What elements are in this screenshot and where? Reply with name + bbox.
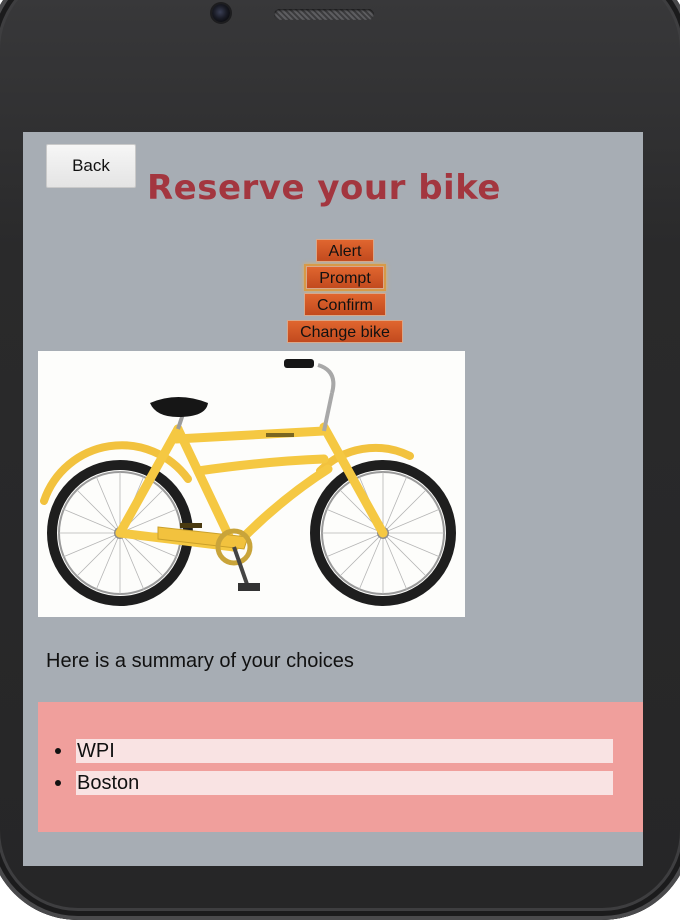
choice-label: Boston	[76, 771, 613, 795]
page-title: Reserve your bike	[147, 168, 501, 208]
action-buttons: Alert Prompt Confirm Change bike	[23, 239, 643, 347]
prompt-button[interactable]: Prompt	[306, 266, 384, 289]
bicycle-icon	[40, 359, 456, 606]
confirm-button[interactable]: Confirm	[303, 293, 386, 316]
app-screen: Back Reserve your bike Alert Prompt Conf…	[23, 132, 643, 866]
back-button[interactable]: Back	[46, 144, 136, 188]
speaker-grille	[274, 9, 374, 20]
bike-image	[38, 351, 465, 617]
bullet-icon	[55, 748, 61, 754]
front-camera-icon	[212, 4, 230, 22]
summary-heading: Here is a summary of your choices	[46, 650, 354, 672]
alert-button[interactable]: Alert	[315, 239, 375, 262]
change-bike-button[interactable]: Change bike	[287, 320, 403, 343]
choice-label: WPI	[76, 739, 613, 763]
choices-panel: WPI Boston	[38, 702, 643, 832]
bullet-icon	[55, 780, 61, 786]
